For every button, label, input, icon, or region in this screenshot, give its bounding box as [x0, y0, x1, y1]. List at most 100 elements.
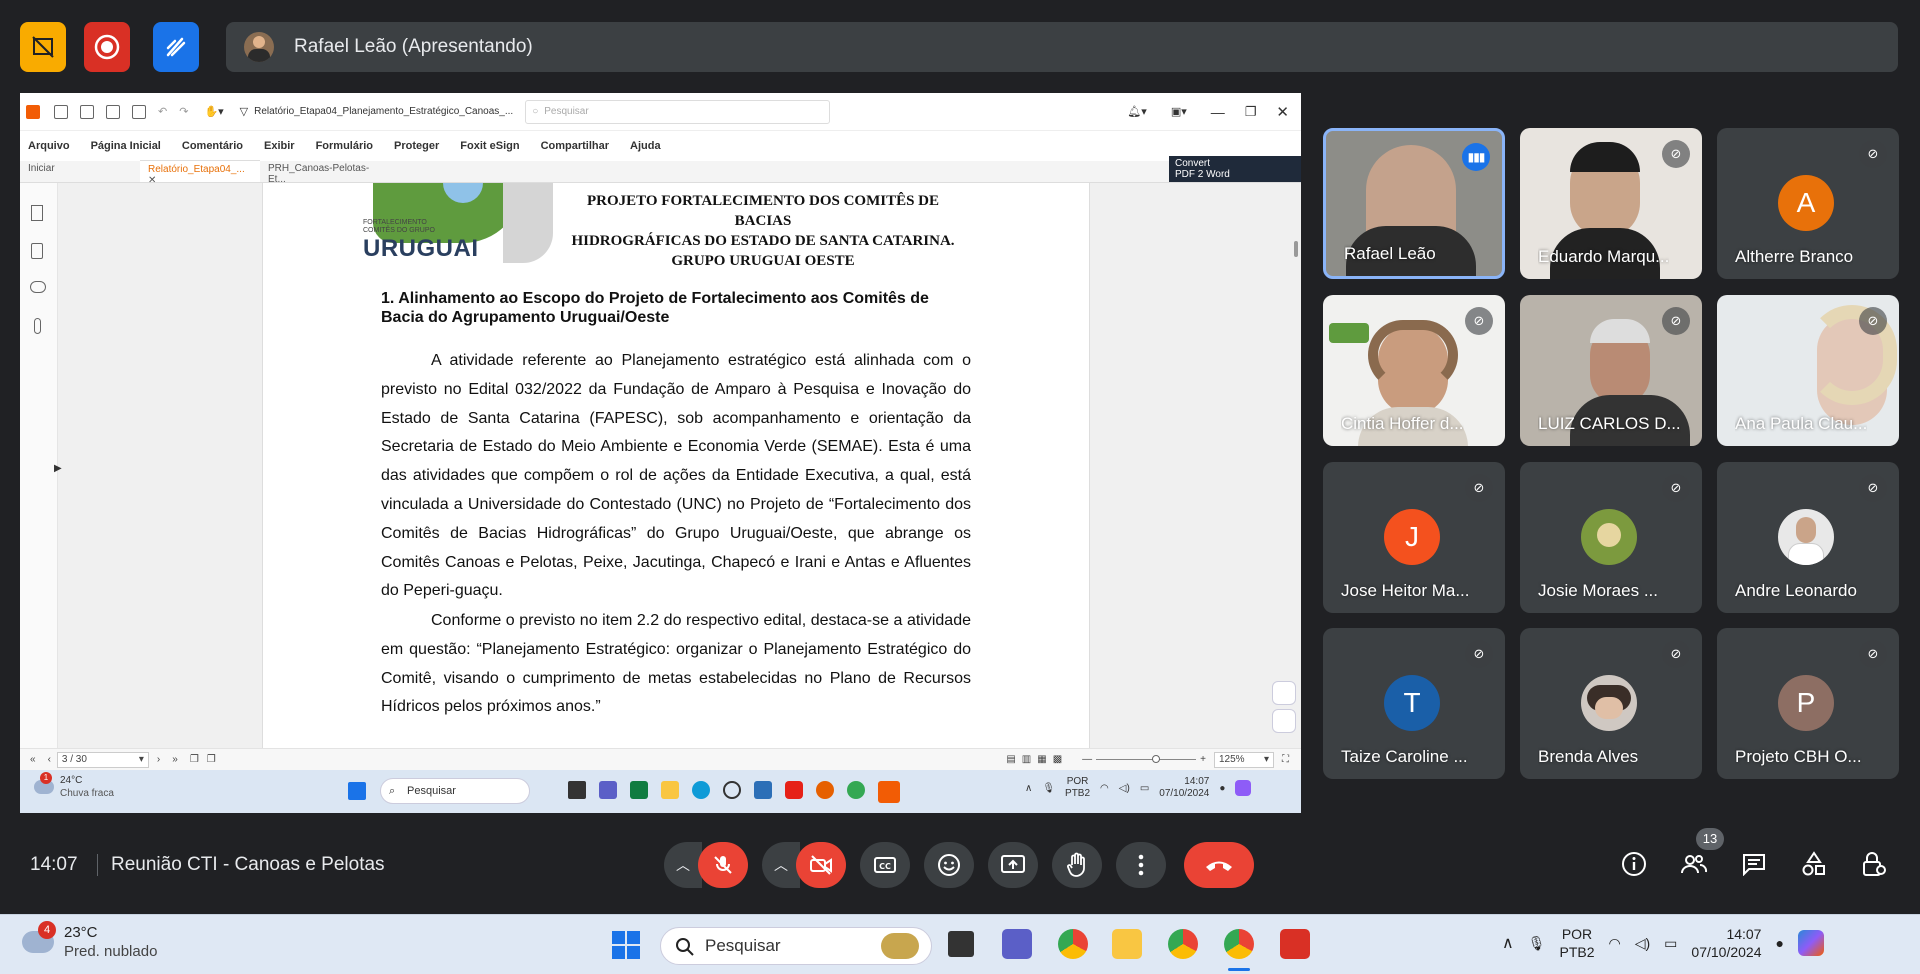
no-screen-share-button[interactable]	[20, 22, 66, 72]
next-page-icon[interactable]: ›	[157, 754, 160, 765]
last-page-icon[interactable]: »	[172, 754, 178, 765]
annotate-button[interactable]	[153, 22, 199, 72]
leave-call-button[interactable]	[1184, 842, 1254, 888]
notification-bell-icon[interactable]: ●	[1775, 935, 1783, 951]
volume-icon[interactable]: ◁)	[1635, 935, 1650, 952]
user-icon[interactable]: ▣▾	[1171, 105, 1187, 118]
edge-icon[interactable]	[692, 781, 710, 799]
record-button[interactable]	[84, 22, 130, 72]
taskview-icon[interactable]	[948, 931, 974, 957]
scrollbar-thumb[interactable]	[1294, 241, 1298, 257]
menu-formulario[interactable]: Formulário	[316, 140, 373, 152]
audio-options-button[interactable]: ︿	[664, 842, 702, 888]
view-mode-icons[interactable]: ▤▥▦▩	[1006, 754, 1068, 765]
participant-tile-andre[interactable]: ⊘ Andre Leonardo	[1717, 462, 1899, 613]
print-icon[interactable]	[106, 104, 120, 119]
extract-page-icon[interactable]: ❐	[207, 754, 216, 765]
host-controls-button[interactable]	[1854, 844, 1894, 884]
participant-tile-eduardo[interactable]: ⊘ Eduardo Marqu...	[1520, 128, 1702, 279]
open-icon[interactable]	[54, 104, 68, 119]
undo-icon[interactable]: ↶	[158, 105, 167, 118]
bell-icon[interactable]: 🔔︎▾	[1127, 105, 1147, 118]
participant-tile-altherre[interactable]: A ⊘ Altherre Branco	[1717, 128, 1899, 279]
captions-button[interactable]: CC	[860, 842, 910, 888]
chrome-icon[interactable]	[1058, 929, 1088, 959]
bookmark-icon[interactable]	[31, 205, 43, 221]
chevron-up-icon[interactable]: ∧	[1502, 933, 1514, 953]
pages-icon[interactable]	[31, 243, 43, 259]
zoom-in-icon[interactable]: +	[1200, 754, 1206, 765]
fullscreen-icon[interactable]: ⛶	[1282, 754, 1289, 765]
reactions-button[interactable]	[924, 842, 974, 888]
notification-bell-icon[interactable]: ●	[1219, 783, 1225, 794]
ai-chat-icon[interactable]	[1272, 709, 1296, 733]
menu-compartilhar[interactable]: Compartilhar	[541, 140, 609, 152]
participant-tile-brenda[interactable]: ⊘ Brenda Alves	[1520, 628, 1702, 779]
wifi-icon[interactable]: ◠	[1100, 783, 1109, 794]
zoom-slider[interactable]	[1096, 755, 1197, 763]
inner-start-icon[interactable]	[348, 782, 366, 800]
first-page-icon[interactable]: «	[30, 754, 36, 765]
zoom-out-icon[interactable]: —	[1082, 754, 1092, 765]
page-indicator-field[interactable]: 3 / 30 ▾	[56, 751, 149, 768]
menu-proteger[interactable]: Proteger	[394, 140, 439, 152]
close-icon[interactable]: ✕	[1276, 103, 1289, 121]
microphone-icon[interactable]: 🎙︎	[1528, 935, 1546, 952]
teams-icon[interactable]	[1002, 929, 1032, 959]
copilot-icon[interactable]	[1235, 780, 1252, 796]
comment-icon[interactable]	[30, 281, 46, 293]
participant-tile-taize[interactable]: T ⊘ Taize Caroline ...	[1323, 628, 1505, 779]
ai-assistant-icon[interactable]	[1272, 681, 1296, 705]
meeting-info-button[interactable]	[1614, 844, 1654, 884]
dropdown-icon[interactable]: ▽	[240, 105, 248, 118]
chat-button[interactable]	[1734, 844, 1774, 884]
teams-icon[interactable]	[599, 781, 617, 799]
menu-exibir[interactable]: Exibir	[264, 140, 295, 152]
file-explorer-icon[interactable]	[1112, 929, 1142, 959]
inner-weather[interactable]: 1 24°C Chuva fraca	[34, 772, 114, 800]
menu-ajuda[interactable]: Ajuda	[630, 140, 661, 152]
save-icon[interactable]	[80, 104, 94, 119]
store-icon[interactable]	[754, 781, 772, 799]
participant-tile-projeto[interactable]: P ⊘ Projeto CBH O...	[1717, 628, 1899, 779]
participant-tile-jose[interactable]: J ⊘ Jose Heitor Ma...	[1323, 462, 1505, 613]
participant-tile-rafael[interactable]: ▮▮▮ Rafael Leão	[1323, 128, 1505, 279]
tab-relatorio[interactable]: Relatório_Etapa04_... ✕	[140, 160, 260, 186]
battery-icon[interactable]: ▭	[1664, 935, 1677, 952]
start-button[interactable]	[612, 931, 640, 959]
redo-icon[interactable]: ↷	[179, 105, 188, 118]
raise-hand-button[interactable]	[1052, 842, 1102, 888]
chrome-icon[interactable]	[847, 781, 865, 799]
menu-comentario[interactable]: Comentário	[182, 140, 243, 152]
convert-pdf-word-banner[interactable]: Convert PDF 2 Word	[1169, 156, 1301, 182]
participant-tile-cintia[interactable]: ⊘ Cintia Hoffer d...	[1323, 295, 1505, 446]
restore-icon[interactable]: ❐	[1245, 104, 1257, 120]
taskbar-search[interactable]: Pesquisar	[660, 927, 932, 965]
more-options-button[interactable]	[1116, 842, 1166, 888]
app-icon[interactable]	[568, 781, 586, 799]
chrome-active-icon[interactable]	[1224, 929, 1254, 959]
pdf-reader-icon[interactable]	[1280, 929, 1310, 959]
chevron-up-icon[interactable]: ∧	[1025, 783, 1032, 794]
youtube-icon[interactable]	[785, 781, 803, 799]
menu-pagina-inicial[interactable]: Página Inicial	[91, 140, 161, 152]
inner-search-box[interactable]: ⌕ Pesquisar	[380, 778, 530, 804]
tab-iniciar[interactable]: Iniciar	[20, 160, 140, 182]
camera-toggle-button[interactable]	[796, 842, 846, 888]
weather-widget[interactable]: 4 23°C Pred. nublado	[22, 921, 157, 961]
menu-foxit-esign[interactable]: Foxit eSign	[460, 140, 519, 152]
video-options-button[interactable]: ︿	[762, 842, 800, 888]
expand-panel-icon[interactable]: ▶	[54, 463, 62, 474]
mic-toggle-button[interactable]	[698, 842, 748, 888]
mic-icon[interactable]: 🎙︎	[1042, 783, 1055, 794]
battery-icon[interactable]: ▭	[1140, 783, 1149, 794]
menu-arquivo[interactable]: Arquivo	[28, 140, 70, 152]
dell-icon[interactable]	[723, 781, 741, 799]
foxit-app-icon[interactable]	[878, 781, 900, 803]
foxit-search-input[interactable]: ○ Pesquisar	[525, 99, 831, 124]
folder-icon[interactable]	[661, 781, 679, 799]
copy-page-icon[interactable]: ❐	[190, 754, 199, 765]
copilot-icon[interactable]	[1797, 930, 1824, 956]
participant-tile-ana[interactable]: ⊘ Ana Paula Clau...	[1717, 295, 1899, 446]
wifi-icon[interactable]: ◠	[1609, 935, 1621, 952]
